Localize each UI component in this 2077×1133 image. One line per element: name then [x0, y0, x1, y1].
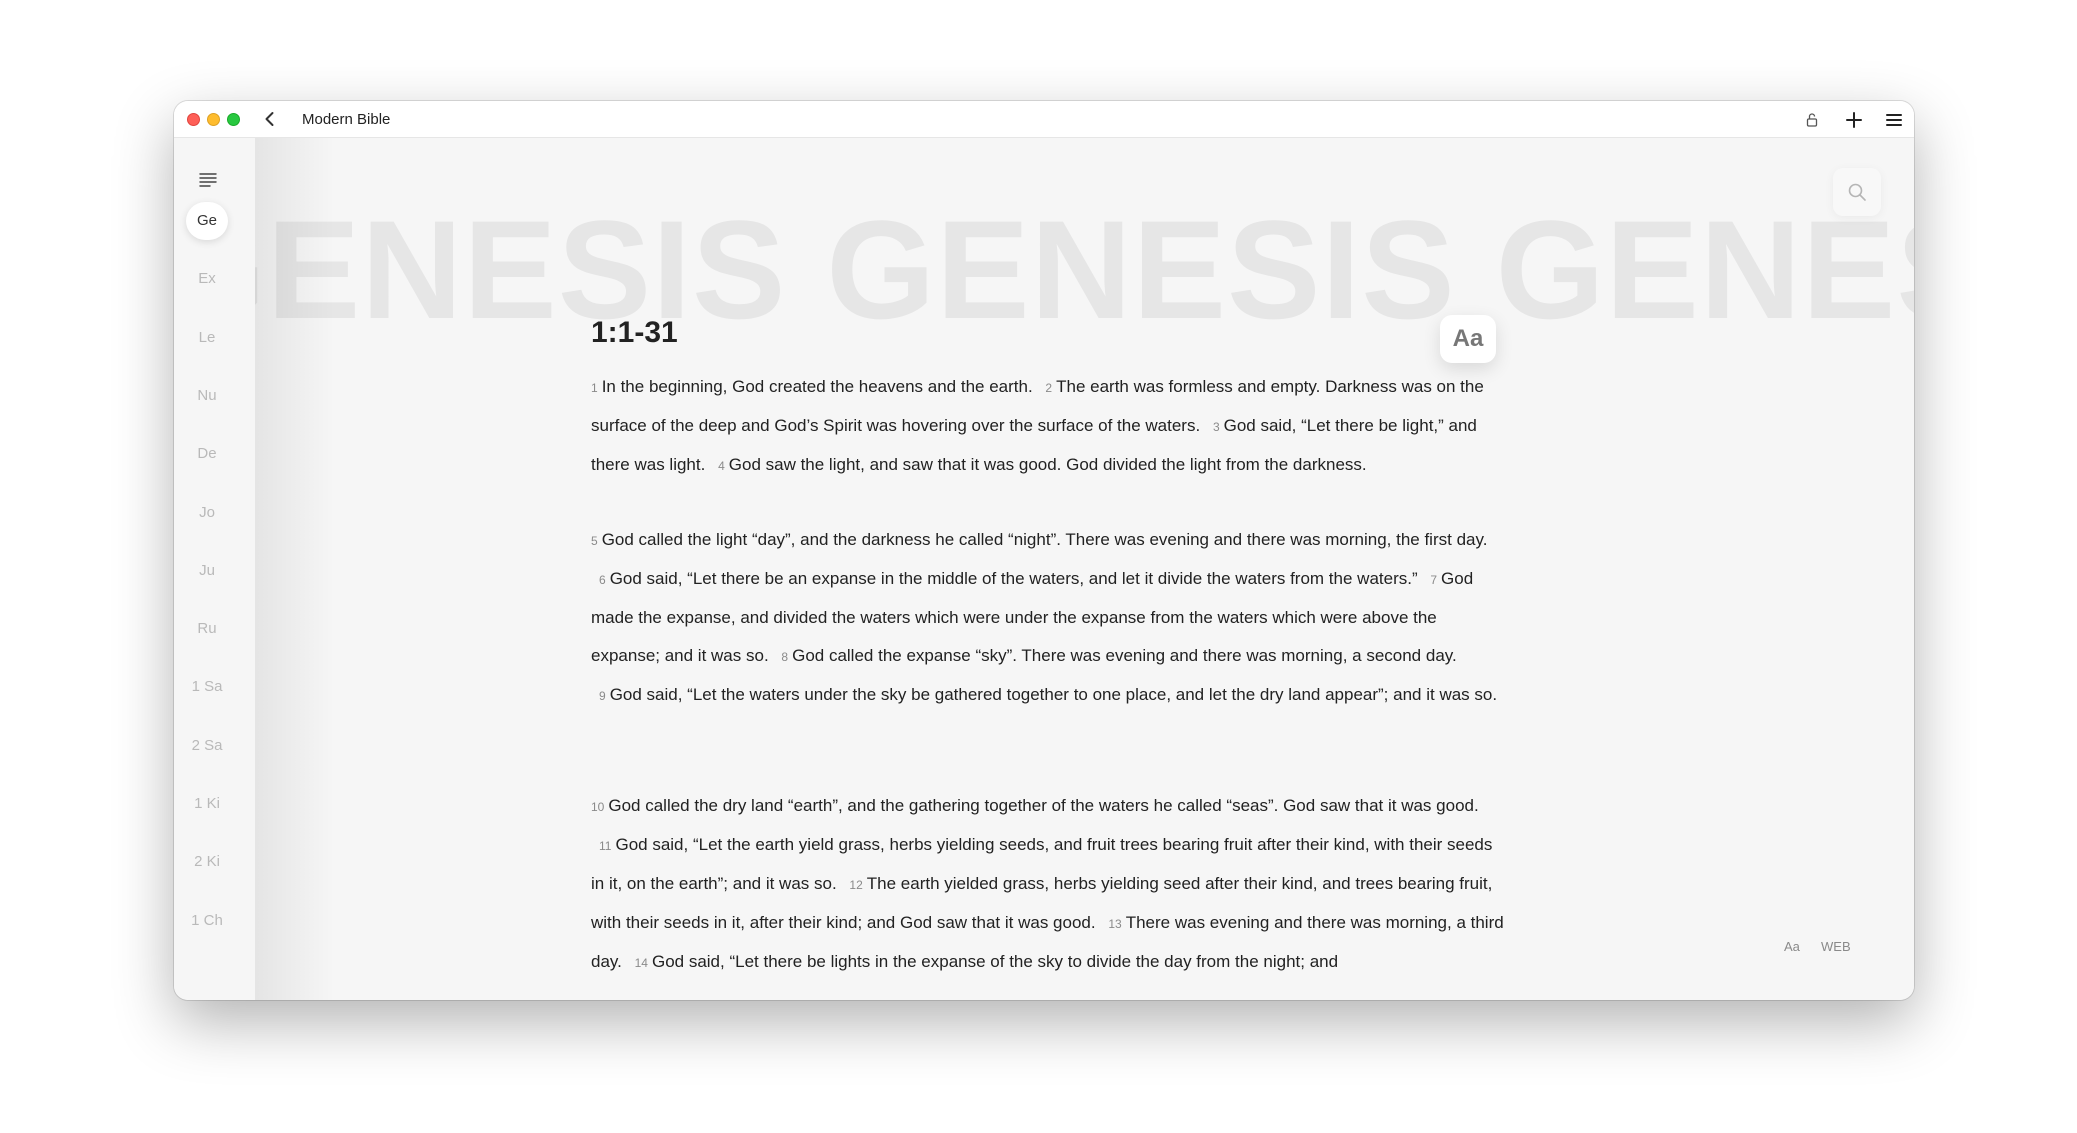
verse-number[interactable]: 4 — [718, 459, 725, 473]
verse-text: God called the dry land “earth”, and the… — [608, 796, 1479, 815]
back-chevron-icon[interactable] — [260, 109, 280, 129]
verse-number[interactable]: 3 — [1213, 420, 1220, 434]
sidebar-book-item[interactable]: 1 Ch — [186, 902, 228, 940]
verse-number[interactable]: 7 — [1430, 573, 1437, 587]
verse-number[interactable]: 8 — [781, 650, 788, 664]
paragraph: 10 God called the dry land “earth”, and t… — [591, 787, 1506, 982]
sidebar-book-item[interactable]: Le — [186, 319, 228, 357]
window-title: Modern Bible — [302, 111, 391, 128]
verse-number[interactable]: 9 — [599, 689, 606, 703]
paragraph: 1 In the beginning, God created the heave… — [591, 368, 1506, 485]
book-title-banner: GENESIS GENESIS GENESIS GENESIS — [255, 191, 1914, 348]
verse-number[interactable]: 5 — [591, 534, 598, 548]
text-size-button[interactable]: Aa — [1784, 939, 1800, 954]
app-window: Modern Bible Ge Ex Le Nu De Jo Ju Ru 1 Sa 2 Sa 1 K… — [174, 101, 1914, 1000]
verse-text: God said, “Let there be lights in the ex… — [651, 952, 1339, 971]
lock-icon[interactable] — [1801, 109, 1823, 131]
title-bar: Modern Bible — [174, 101, 1914, 138]
verse-text: God said, “Let there be an expanse in th… — [609, 569, 1418, 588]
verse-number[interactable]: 6 — [599, 573, 606, 587]
sidebar-book-item[interactable]: 1 Ki — [186, 785, 228, 823]
table-of-contents-icon[interactable] — [198, 170, 218, 190]
sidebar-book-item[interactable]: 2 Ki — [186, 843, 228, 881]
verse-text: God called the expanse “sky”. There was … — [792, 646, 1457, 665]
add-icon[interactable] — [1843, 109, 1865, 131]
menu-icon[interactable] — [1883, 109, 1905, 131]
sidebar-book-item[interactable]: Ge — [186, 202, 228, 240]
verse-number[interactable]: 11 — [599, 839, 611, 853]
sidebar-book-item[interactable]: De — [186, 435, 228, 473]
zoom-window-button[interactable] — [227, 113, 240, 126]
verse-number[interactable]: 12 — [849, 878, 862, 892]
search-button[interactable] — [1833, 168, 1881, 216]
minimize-window-button[interactable] — [207, 113, 220, 126]
verse-text: God called the light “day”, and the dark… — [601, 530, 1488, 549]
verse-number[interactable]: 13 — [1108, 917, 1121, 931]
sidebar-book-item[interactable]: Ju — [186, 552, 228, 590]
search-icon — [1848, 183, 1866, 201]
sidebar-book-item[interactable]: Ru — [186, 610, 228, 648]
translation-button[interactable]: WEB — [1821, 939, 1851, 954]
reading-pane: GENESIS GENESIS GENESIS GENESIS 1:1-31 A… — [255, 138, 1914, 1000]
verse-text: God said, “Let the waters under the sky … — [609, 685, 1498, 704]
verse-text: In the beginning, God created the heaven… — [601, 377, 1033, 396]
verse-number[interactable]: 1 — [591, 381, 598, 395]
sidebar-book-item[interactable]: 2 Sa — [186, 727, 228, 765]
book-sidebar: Ge Ex Le Nu De Jo Ju Ru 1 Sa 2 Sa 1 Ki 2 Ki 1 Ch — [174, 138, 255, 1000]
font-settings-button[interactable]: Aa — [1440, 315, 1496, 363]
close-window-button[interactable] — [187, 113, 200, 126]
paragraph: 5 God called the light “day”, and the dar… — [591, 521, 1506, 715]
verse-number[interactable]: 10 — [591, 800, 604, 814]
verse-number[interactable]: 2 — [1045, 381, 1052, 395]
sidebar-book-item[interactable]: Nu — [186, 377, 228, 415]
sidebar-book-item[interactable]: Jo — [186, 494, 228, 532]
verse-text: God saw the light, and saw that it was g… — [728, 455, 1367, 474]
sidebar-book-item[interactable]: Ex — [186, 260, 228, 298]
chapter-reference: 1:1-31 — [591, 316, 678, 349]
sidebar-book-item[interactable]: 1 Sa — [186, 668, 228, 706]
verse-number[interactable]: 14 — [635, 956, 648, 970]
